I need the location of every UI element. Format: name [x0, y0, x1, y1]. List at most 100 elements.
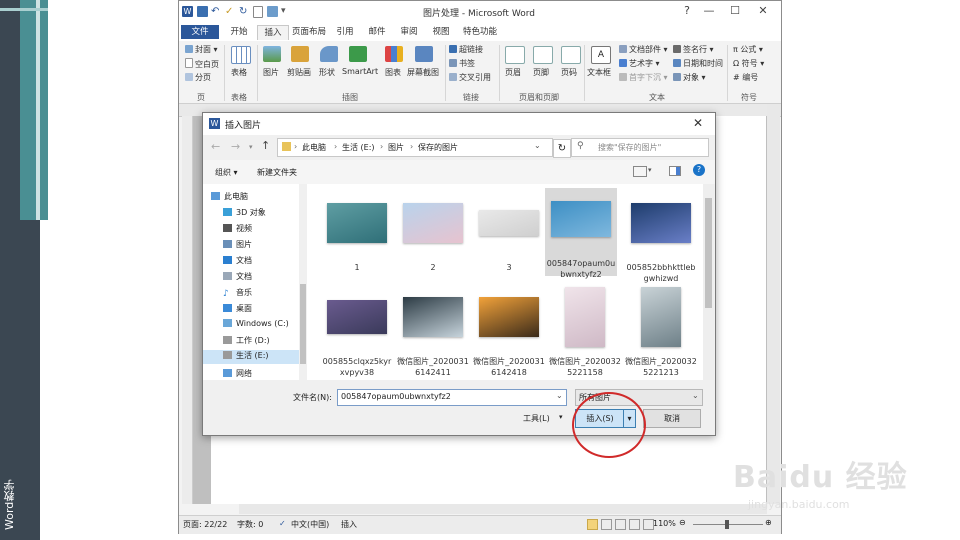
- screenshot-icon[interactable]: [415, 46, 433, 62]
- picture-icon[interactable]: [263, 46, 281, 62]
- proofing-icon[interactable]: ✓: [279, 519, 286, 528]
- shapes-button[interactable]: 形状: [319, 67, 335, 78]
- signature-line-button[interactable]: 签名行 ▾: [673, 44, 714, 55]
- refresh-icon[interactable]: ↻: [553, 139, 571, 158]
- vertical-scrollbar[interactable]: [767, 104, 780, 504]
- breadcrumb-this-pc[interactable]: 此电脑: [302, 142, 326, 153]
- breadcrumb-drive-e[interactable]: 生活 (E:): [342, 142, 375, 153]
- tools-dropdown-icon[interactable]: ▾: [559, 413, 563, 421]
- blank-page-button[interactable]: 空白页: [185, 58, 219, 70]
- tab-home[interactable]: 开始: [221, 25, 257, 39]
- nav-scroll-thumb[interactable]: [300, 284, 306, 364]
- address-bar[interactable]: › 此电脑 › 生活 (E:) › 图片 › 保存的图片 ⌄: [277, 138, 553, 157]
- new-doc-icon[interactable]: [253, 6, 263, 18]
- symbol-button[interactable]: Ω 符号 ▾: [733, 58, 764, 69]
- file-item[interactable]: 005855clqxz5kyrxvpyv38: [321, 286, 393, 377]
- forward-arrow-icon[interactable]: →: [231, 140, 240, 153]
- textbox-icon[interactable]: A: [591, 46, 611, 64]
- crossref-button[interactable]: 交叉引用: [449, 72, 491, 83]
- hyperlink-button[interactable]: 超链接: [449, 44, 483, 55]
- file-item[interactable]: 微信图片_20200316142418: [473, 286, 545, 377]
- file-scroll-thumb[interactable]: [705, 198, 712, 308]
- chart-button[interactable]: 图表: [385, 67, 401, 78]
- vertical-ruler[interactable]: [182, 116, 193, 504]
- nav-downloads[interactable]: 文档: [223, 255, 252, 269]
- equation-button[interactable]: π 公式 ▾: [733, 44, 763, 55]
- open-icon[interactable]: [267, 6, 278, 17]
- breadcrumb-pictures[interactable]: 图片: [388, 142, 404, 153]
- page-break-button[interactable]: 分页: [185, 72, 211, 83]
- picture-button[interactable]: 图片: [263, 67, 279, 78]
- nav-videos[interactable]: 视频: [223, 223, 252, 237]
- chart-icon[interactable]: [385, 46, 403, 62]
- address-dropdown-icon[interactable]: ⌄: [534, 141, 541, 150]
- shapes-icon[interactable]: [320, 46, 338, 62]
- outline-view-icon[interactable]: [629, 519, 640, 530]
- cover-button[interactable]: 封面 ▾: [185, 44, 218, 55]
- numbering-button[interactable]: # 编号: [733, 72, 758, 83]
- file-item[interactable]: 2: [397, 192, 469, 282]
- file-item[interactable]: 微信图片_20200325221158: [549, 286, 621, 377]
- cancel-button[interactable]: 取消: [643, 409, 701, 428]
- zoom-in-icon[interactable]: ⊕: [765, 518, 772, 527]
- file-item[interactable]: 微信图片_20200325221213: [625, 286, 697, 377]
- dialog-close-button[interactable]: ✕: [693, 116, 703, 130]
- up-arrow-icon[interactable]: ↑: [261, 139, 270, 152]
- nav-this-pc[interactable]: 此电脑: [211, 191, 248, 205]
- filename-input[interactable]: 005847opaum0ubwnxtyfz2 ⌄: [337, 389, 567, 406]
- file-item[interactable]: 3: [473, 192, 545, 282]
- organize-button[interactable]: 组织 ▾: [215, 167, 238, 178]
- smartart-icon[interactable]: [349, 46, 367, 62]
- filetype-dropdown-icon[interactable]: ⌄: [692, 391, 699, 400]
- spelling-icon[interactable]: ✓: [225, 6, 236, 17]
- nav-documents[interactable]: 文档: [223, 271, 252, 285]
- maximize-button[interactable]: ☐: [721, 4, 749, 20]
- nav-pictures[interactable]: 图片: [223, 239, 252, 253]
- wordart-button[interactable]: 艺术字 ▾: [619, 58, 660, 69]
- textbox-button[interactable]: 文本框: [587, 67, 611, 78]
- undo-icon[interactable]: ↶: [211, 6, 222, 17]
- header-button[interactable]: 页眉: [505, 67, 521, 78]
- status-language[interactable]: 中文(中国): [291, 519, 329, 530]
- horizontal-scrollbar[interactable]: [239, 504, 767, 514]
- nav-music[interactable]: ♪ 音乐: [223, 287, 252, 301]
- zoom-slider-thumb[interactable]: [725, 520, 729, 529]
- nav-network[interactable]: 网络: [223, 368, 252, 378]
- reading-view-icon[interactable]: [601, 519, 612, 530]
- filename-dropdown-icon[interactable]: ⌄: [556, 391, 563, 400]
- status-zoom[interactable]: 110%: [653, 519, 676, 528]
- tools-button[interactable]: 工具(L): [523, 413, 550, 424]
- nav-scrollbar[interactable]: [299, 184, 307, 380]
- datetime-button[interactable]: 日期和时间: [673, 58, 723, 69]
- status-words[interactable]: 字数: 0: [237, 519, 263, 530]
- quick-parts-button[interactable]: 文档部件 ▾: [619, 44, 668, 55]
- save-icon[interactable]: [197, 6, 208, 17]
- search-box[interactable]: ⚲ 搜索"保存的图片": [571, 138, 709, 157]
- file-item[interactable]: 005847opaum0ubwnxtyfz2: [545, 188, 617, 279]
- tab-mailings[interactable]: 邮件: [363, 25, 391, 39]
- smartart-button[interactable]: SmartArt: [342, 67, 378, 76]
- recent-dropdown-icon[interactable]: ▾: [249, 143, 253, 151]
- view-dropdown-icon[interactable]: ▾: [648, 166, 652, 174]
- dropcap-button[interactable]: 首字下沉 ▾: [619, 72, 668, 83]
- page-number-icon[interactable]: [561, 46, 581, 64]
- clipart-button[interactable]: 剪贴画: [287, 67, 311, 78]
- tab-view[interactable]: 视图: [427, 25, 455, 39]
- file-item[interactable]: 005852bbhkttlebgwhizwd: [625, 192, 697, 283]
- close-button[interactable]: ✕: [749, 4, 777, 20]
- nav-desktop[interactable]: 桌面: [223, 303, 252, 317]
- new-folder-button[interactable]: 新建文件夹: [257, 167, 297, 178]
- nav-3d-objects[interactable]: 3D 对象: [223, 207, 266, 221]
- object-button[interactable]: 对象 ▾: [673, 72, 706, 83]
- table-icon[interactable]: [231, 46, 251, 64]
- clipart-icon[interactable]: [291, 46, 309, 62]
- screenshot-button[interactable]: 屏幕截图: [407, 67, 439, 78]
- tab-insert[interactable]: 插入: [257, 25, 289, 40]
- tab-references[interactable]: 引用: [331, 25, 359, 39]
- status-mode[interactable]: 插入: [341, 519, 357, 530]
- nav-drive-c[interactable]: Windows (C:): [223, 319, 289, 333]
- tab-special[interactable]: 特色功能: [459, 25, 501, 39]
- back-arrow-icon[interactable]: ←: [211, 140, 220, 153]
- redo-icon[interactable]: ↻: [239, 6, 250, 17]
- view-options-icon[interactable]: [633, 166, 647, 177]
